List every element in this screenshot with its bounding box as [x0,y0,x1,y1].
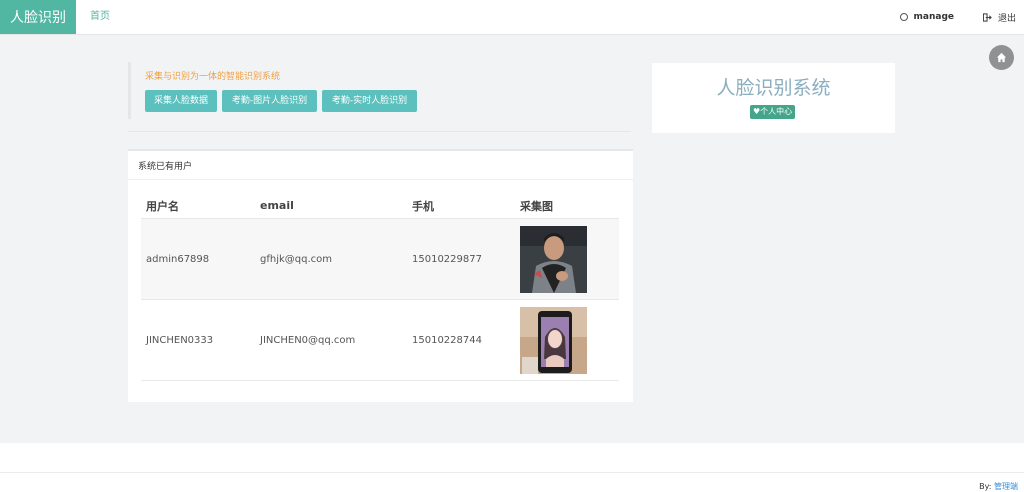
users-panel-header: 系统已有用户 [128,151,633,180]
collect-face-button[interactable]: 采集人脸数据 [145,90,217,112]
users-table: 用户名 email 手机 采集图 admin67898 gfhjk@qq.com… [141,193,619,381]
user-name: manage [913,12,954,22]
table-row: admin67898 gfhjk@qq.com 15010229877 [141,218,619,300]
personal-center-label: 个人中心 [760,107,793,116]
circle-icon [899,13,908,21]
cell-photo [515,218,619,300]
system-info-card: 人脸识别系统 ♥个人中心 [652,63,895,133]
cell-photo [515,299,619,381]
top-navbar: 人脸识别 首页 manage 退出 [0,0,1024,35]
cell-phone: 15010229877 [407,218,515,300]
footer-admin-link[interactable]: 管理端 [994,482,1018,491]
user-photo[interactable] [520,225,587,293]
cell-email: gfhjk@qq.com [255,218,407,300]
realtime-attendance-button[interactable]: 考勤-实时人脸识别 [322,90,417,112]
user-menu[interactable]: manage [899,0,954,34]
logout-button[interactable]: 退出 [982,0,1016,34]
action-panel: 采集与识别为一体的智能识别系统 采集人脸数据 考勤-图片人脸识别 考勤-实时人脸… [128,62,634,119]
home-button[interactable] [989,45,1014,70]
table-row: JINCHEN0333 JINCHEN0@qq.com 15010228744 [141,299,619,381]
column-header-photo: 采集图 [515,193,619,219]
cell-username: admin67898 [141,218,255,300]
nav-home-link[interactable]: 首页 [90,0,110,34]
footer-credit: By: 管理端 [979,481,1018,492]
cell-email: JINCHEN0@qq.com [255,299,407,381]
home-icon [996,52,1007,63]
user-photo[interactable] [520,306,587,374]
table-header-row: 用户名 email 手机 采集图 [141,193,619,219]
footer-by-label: By: [979,482,992,491]
logout-label: 退出 [997,13,1016,24]
personal-center-badge[interactable]: ♥个人中心 [750,105,796,119]
users-panel: 系统已有用户 用户名 email 手机 采集图 admin67898 gfhjk… [128,149,633,402]
logout-icon [982,12,992,22]
users-panel-title: 系统已有用户 [138,162,193,172]
column-header-phone: 手机 [407,193,515,219]
cell-phone: 15010228744 [407,299,515,381]
image-attendance-button[interactable]: 考勤-图片人脸识别 [222,90,317,112]
footer: By: 管理端 [0,443,1024,492]
cell-username: JINCHEN0333 [141,299,255,381]
brand-logo[interactable]: 人脸识别 [0,0,76,34]
system-tagline: 采集与识别为一体的智能识别系统 [145,72,281,82]
footer-divider [0,472,1024,473]
divider [128,131,631,132]
column-header-email: email [255,193,407,219]
system-title: 人脸识别系统 [716,77,831,99]
column-header-username: 用户名 [141,193,255,219]
